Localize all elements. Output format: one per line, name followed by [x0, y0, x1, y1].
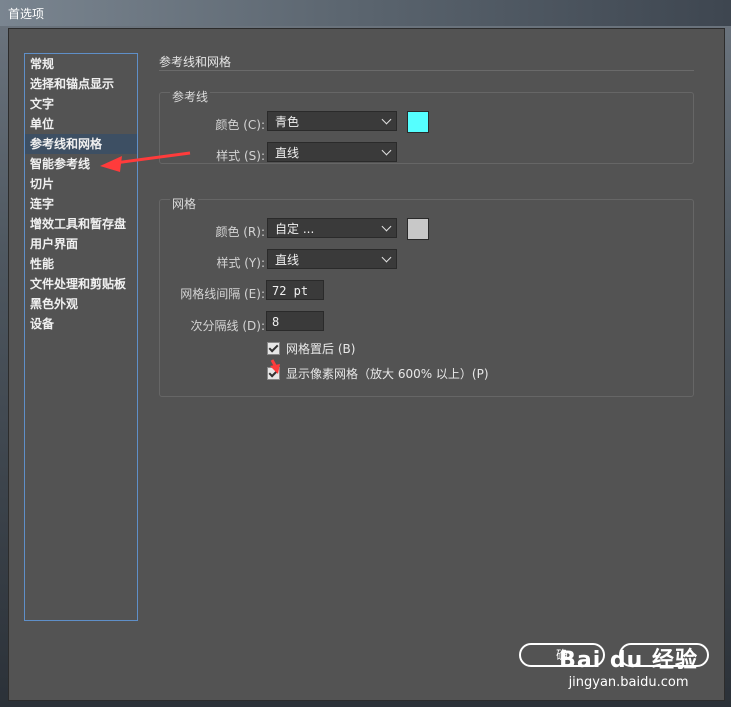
annotation-arrow-checkbox: [270, 359, 280, 374]
annotation-arrows: [100, 151, 280, 374]
window-frame: 首选项 常规 选择和锚点显示 文字 单位 参考线和网格 智能参考线 切片 连字 增效工具和暂存盘…: [0, 0, 731, 707]
annotation-arrow-nav: [100, 151, 191, 172]
